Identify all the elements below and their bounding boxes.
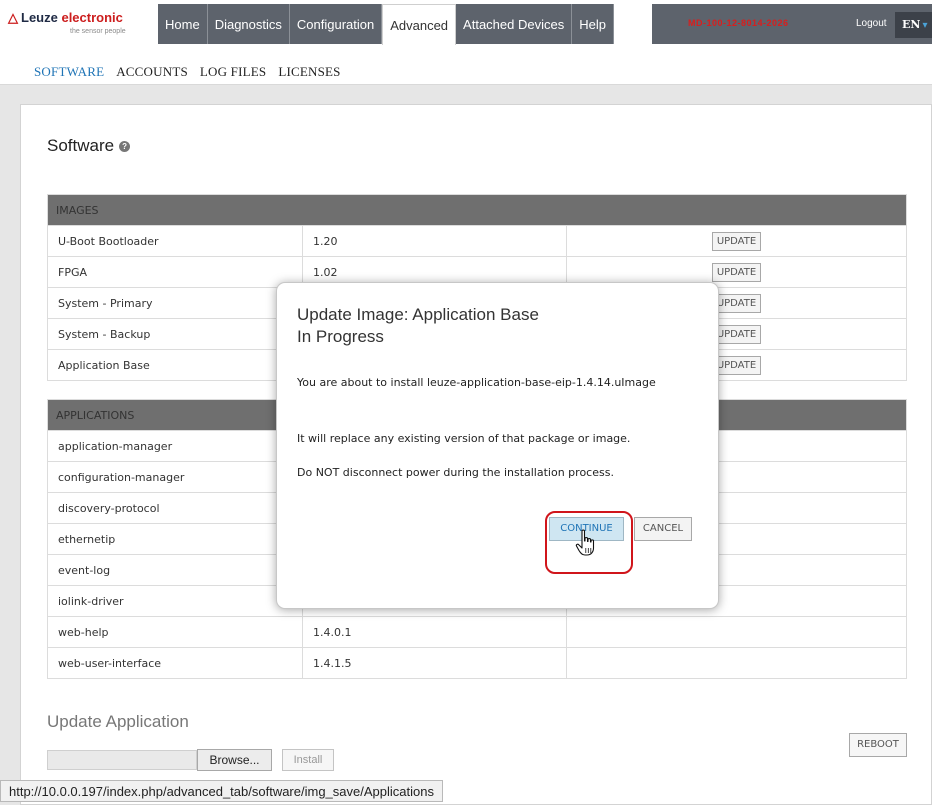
subnav-licenses[interactable]: LICENSES bbox=[278, 64, 340, 80]
image-name: Application Base bbox=[47, 349, 303, 381]
tab-diagnostics[interactable]: Diagnostics bbox=[207, 4, 290, 44]
app-name: application-manager bbox=[47, 430, 303, 462]
table-row: U-Boot Bootloader 1.20 UPDATE bbox=[47, 225, 907, 257]
install-button[interactable]: Install bbox=[282, 749, 334, 771]
update-button[interactable]: UPDATE bbox=[711, 262, 762, 282]
update-button[interactable]: UPDATE bbox=[711, 355, 762, 375]
warning-triangle-icon: △ bbox=[8, 10, 18, 25]
leuze-logo[interactable]: △ Leuze electronic the sensor people bbox=[8, 4, 156, 40]
tab-home[interactable]: Home bbox=[158, 4, 208, 44]
subnav-software[interactable]: SOFTWARE bbox=[34, 64, 104, 80]
image-name: System - Backup bbox=[47, 318, 303, 350]
sub-navigation: SOFTWARE ACCOUNTS LOG FILES LICENSES bbox=[34, 64, 353, 80]
image-name: System - Primary bbox=[47, 287, 303, 319]
status-bar-url: http://10.0.0.197/index.php/advanced_tab… bbox=[0, 780, 443, 802]
update-image-dialog: Update Image: Application Base In Progre… bbox=[276, 282, 719, 609]
app-version: 1.4.0.1 bbox=[302, 616, 567, 648]
dialog-title: Update Image: Application Base In Progre… bbox=[297, 305, 539, 346]
page-title: Software? bbox=[47, 136, 131, 156]
subnav-accounts[interactable]: ACCOUNTS bbox=[116, 64, 188, 80]
chevron-down-icon: ▾ bbox=[922, 20, 928, 31]
app-name: ethernetip bbox=[47, 523, 303, 555]
logout-link[interactable]: Logout bbox=[856, 18, 887, 29]
brand-name: △ Leuze electronic bbox=[8, 10, 123, 25]
table-row: web-help 1.4.0.1 bbox=[47, 616, 907, 648]
dialog-replace-message: It will replace any existing version of … bbox=[297, 432, 631, 445]
main-tabs: Home Diagnostics Configuration Advanced … bbox=[158, 4, 614, 45]
app-name: configuration-manager bbox=[47, 461, 303, 493]
top-right-bar: MD-100-12-8014-2026 Logout EN ▾ bbox=[652, 4, 932, 44]
update-button[interactable]: UPDATE bbox=[711, 231, 762, 251]
tab-help[interactable]: Help bbox=[572, 4, 614, 44]
image-name: FPGA bbox=[47, 256, 303, 288]
image-version: 1.20 bbox=[302, 225, 567, 257]
brand-tagline: the sensor people bbox=[70, 28, 126, 35]
tab-attached-devices[interactable]: Attached Devices bbox=[456, 4, 573, 44]
browse-button[interactable]: Browse... bbox=[197, 749, 272, 771]
subnav-log-files[interactable]: LOG FILES bbox=[200, 64, 266, 80]
app-name: web-user-interface bbox=[47, 647, 303, 679]
app-name: discovery-protocol bbox=[47, 492, 303, 524]
hand-cursor-icon bbox=[575, 529, 595, 556]
language-selector[interactable]: EN ▾ bbox=[895, 12, 932, 38]
app-name: iolink-driver bbox=[47, 585, 303, 617]
app-name: web-help bbox=[47, 616, 303, 648]
device-name: MD-100-12-8014-2026 bbox=[688, 18, 789, 28]
tab-configuration[interactable]: Configuration bbox=[289, 4, 383, 44]
update-application-title: Update Application bbox=[47, 712, 189, 731]
help-icon[interactable]: ? bbox=[119, 141, 131, 153]
app-name: event-log bbox=[47, 554, 303, 586]
tab-advanced[interactable]: Advanced bbox=[382, 4, 457, 45]
image-name: U-Boot Bootloader bbox=[47, 225, 303, 257]
update-button[interactable]: UPDATE bbox=[711, 324, 762, 344]
update-button[interactable]: UPDATE bbox=[711, 293, 762, 313]
cancel-button[interactable]: CANCEL bbox=[634, 517, 692, 541]
images-table-header: IMAGES bbox=[47, 194, 907, 226]
file-path-field[interactable] bbox=[47, 750, 197, 770]
reboot-button[interactable]: REBOOT bbox=[849, 733, 907, 757]
top-navigation-bar: △ Leuze electronic the sensor people Home… bbox=[0, 0, 932, 46]
dialog-power-warning: Do NOT disconnect power during the insta… bbox=[297, 466, 614, 479]
app-version: 1.4.1.5 bbox=[302, 647, 567, 679]
dialog-install-message: You are about to install leuze-applicati… bbox=[297, 376, 656, 389]
table-row: web-user-interface 1.4.1.5 bbox=[47, 647, 907, 679]
